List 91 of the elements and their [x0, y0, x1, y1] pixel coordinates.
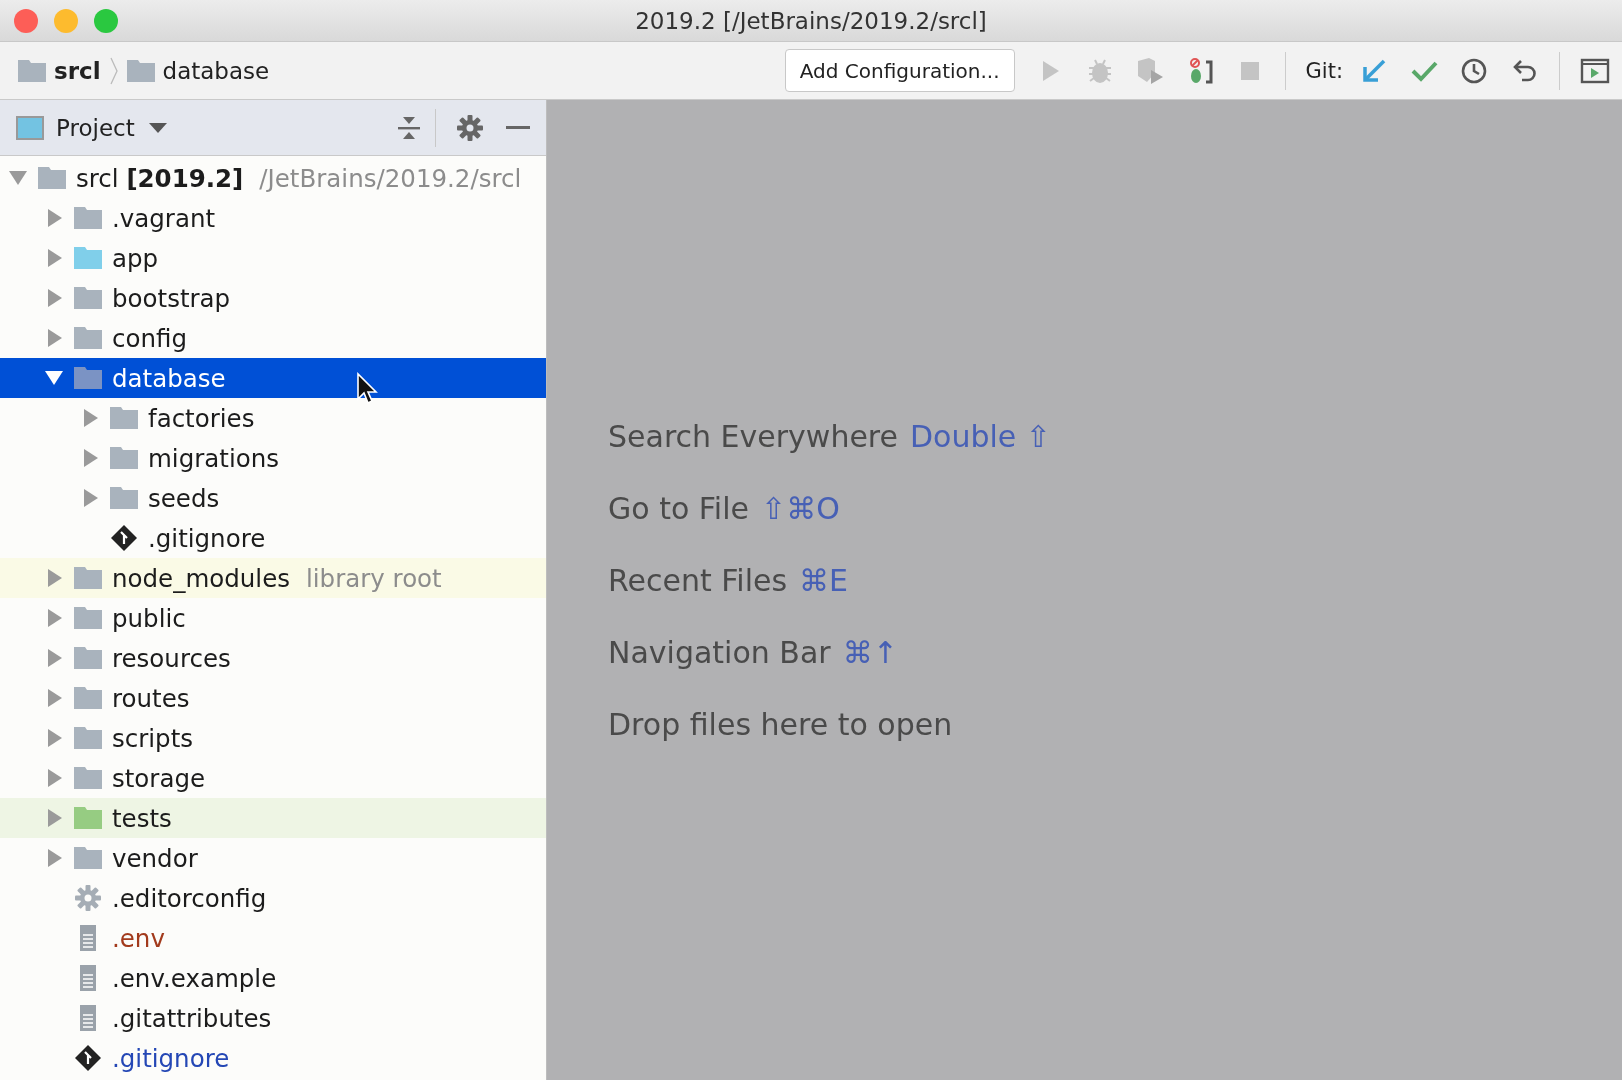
tree-item-label: srcl [2019.2] [76, 163, 244, 193]
tree-item[interactable]: routes [0, 678, 546, 718]
tree-item[interactable]: resources [0, 638, 546, 678]
folder-icon [74, 727, 102, 749]
tree-item-label: .env [112, 923, 165, 953]
tree-item-label: .gitattributes [112, 1003, 272, 1033]
tree-item-label: app [112, 243, 159, 273]
tree-item[interactable]: .gitignore [0, 1038, 546, 1078]
tree-item-label: public [112, 603, 186, 633]
tree-item-label: resources [112, 643, 231, 673]
tree-item[interactable]: seeds [0, 478, 546, 518]
minimize-button[interactable] [54, 8, 78, 33]
tree-item[interactable]: migrations [0, 438, 546, 478]
tree-item[interactable]: .editorconfig [0, 878, 546, 918]
breadcrumb[interactable]: database [126, 57, 270, 84]
tree-item[interactable]: factories [0, 398, 546, 438]
hint-text: Go to File [608, 490, 749, 526]
folder-icon [110, 407, 138, 429]
tree-item-label: migrations [148, 443, 279, 473]
tree-item[interactable]: bootstrap [0, 278, 546, 318]
folder-icon [74, 607, 102, 629]
add-configuration-button[interactable]: Add Configuration... [784, 49, 1015, 92]
tree-item[interactable]: config [0, 318, 546, 358]
tree-item[interactable]: srcl [2019.2] /JetBrains/2019.2/srcl [0, 158, 546, 198]
folder-icon [74, 207, 102, 229]
tree-item-label: .editorconfig [112, 883, 267, 913]
hint-text: Drop files here to open [608, 706, 953, 742]
folder-icon [110, 487, 138, 509]
tree-item[interactable]: node_modules library root [0, 558, 546, 598]
folder-icon [74, 647, 102, 669]
folder-icon [18, 59, 46, 82]
chevron-icon [108, 55, 119, 86]
git-label: Git: [1305, 58, 1343, 83]
folder-icon [110, 447, 138, 469]
shortcut-keys: Double ⇧ [910, 418, 1051, 454]
settings-icon[interactable] [456, 113, 484, 142]
project-path: /JetBrains/2019.2/srcl [259, 163, 522, 193]
shortcut-keys: ⌘E [799, 562, 849, 598]
tree-item-label: storage [112, 763, 206, 793]
tree-item-label: factories [148, 403, 255, 433]
tree-item-label: .vagrant [112, 203, 216, 233]
hint-text: Recent Files [608, 562, 788, 598]
tree-item[interactable]: vendor [0, 838, 546, 878]
caret-icon [148, 121, 167, 134]
tree-item[interactable]: .vagrant [0, 198, 546, 238]
library-root-label: library root [306, 563, 442, 593]
breadcrumb[interactable]: srcl [18, 57, 101, 84]
tree-item-label: .env.example [112, 963, 277, 993]
tree-item-label: .gitignore [148, 523, 266, 553]
project-view-dropdown[interactable]: Project [56, 114, 167, 141]
tree-item-label: seeds [148, 483, 220, 513]
tree-item[interactable]: .gitignore [0, 518, 546, 558]
gear-icon [74, 884, 102, 912]
shortcut-keys: ⌘↑ [842, 634, 898, 670]
tree-item-label: vendor [112, 843, 198, 873]
diamond-icon [110, 524, 138, 552]
folder-icon [74, 767, 102, 789]
tree-item-label: .gitignore [112, 1043, 230, 1073]
folder-icon [74, 847, 102, 869]
hint-text: Navigation Bar [608, 634, 831, 670]
tree-item[interactable]: .env.example [0, 958, 546, 998]
tree-item-label: scripts [112, 723, 194, 753]
folder-icon [74, 687, 102, 709]
tree-item-label: database [112, 363, 226, 393]
tree-item[interactable]: scripts [0, 718, 546, 758]
hint-text: Search Everywhere [608, 418, 898, 454]
tree-item[interactable]: .gitattributes [0, 998, 546, 1038]
diamond-icon [74, 1044, 102, 1072]
folder-icon [74, 807, 102, 829]
tree-item[interactable]: public [0, 598, 546, 638]
tree-item[interactable]: app [0, 238, 546, 278]
window-title: 2019.2 [/JetBrains/2019.2/srcl] [635, 7, 987, 34]
tree-item[interactable]: tests [0, 798, 546, 838]
folder-icon [74, 247, 102, 269]
folder-icon [38, 167, 66, 189]
tree-item-label: bootstrap [112, 283, 231, 313]
folder-icon [74, 367, 102, 389]
tree-item-label: config [112, 323, 187, 353]
shortcut-keys: ⇧⌘O [761, 490, 840, 526]
folder-icon [74, 327, 102, 349]
close-button[interactable] [14, 8, 38, 33]
panel-icon [16, 115, 44, 140]
tree-item-label: node_modules [112, 563, 290, 593]
tree-item-label: tests [112, 803, 172, 833]
tree-item[interactable]: storage [0, 758, 546, 798]
folder-icon [74, 287, 102, 309]
tree-item[interactable]: .env [0, 918, 546, 958]
folder-icon [126, 59, 155, 82]
tree-item-label: routes [112, 683, 190, 713]
maximize-button[interactable] [94, 8, 118, 33]
folder-icon [74, 567, 102, 589]
